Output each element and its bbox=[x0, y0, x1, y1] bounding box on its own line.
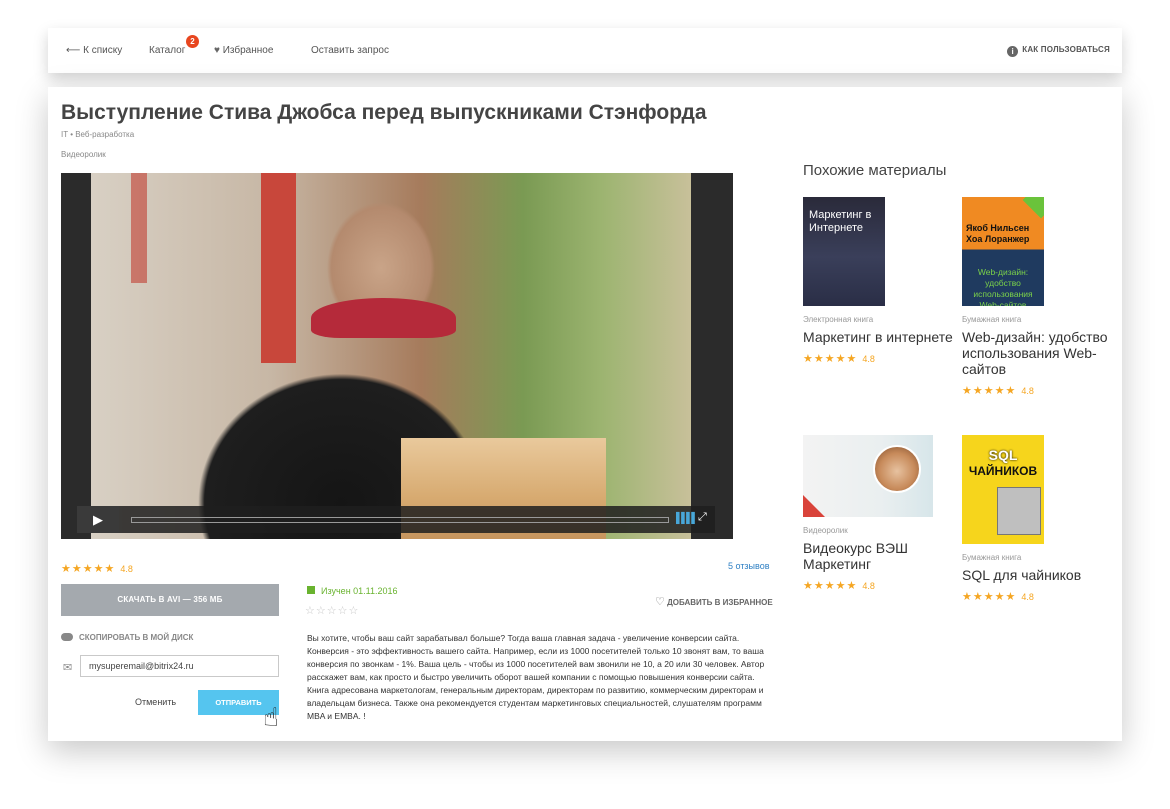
rating-value: 4.8 bbox=[862, 581, 875, 591]
item-type: Электронная книга bbox=[803, 315, 874, 324]
rating-stars-icon: ★★★★★ bbox=[962, 591, 1017, 603]
similar-materials-title: Похожие материалы bbox=[803, 162, 947, 179]
video-scene-collar bbox=[311, 298, 456, 338]
rating-value: 4.8 bbox=[1021, 386, 1034, 396]
play-button[interactable]: ▶ bbox=[77, 506, 119, 533]
rating-stars-icon: ★★★★★ bbox=[962, 385, 1017, 397]
presenter-photo bbox=[873, 445, 921, 493]
heart-icon: ♥ bbox=[214, 45, 220, 56]
video-scene-banner-left bbox=[131, 173, 147, 283]
breadcrumb[interactable]: IT • Веб-разработка bbox=[61, 130, 134, 139]
video-scene-banner bbox=[261, 173, 296, 363]
book-cover-title: SQL bbox=[988, 447, 1018, 463]
video-thumbnail[interactable] bbox=[803, 435, 933, 517]
rating-stars-icon[interactable]: ★★★★★ bbox=[61, 563, 115, 575]
how-to-use-link[interactable]: i КАК ПОЛЬЗОВАТЬСЯ bbox=[1007, 45, 1110, 57]
favorites-link[interactable]: ♥ Избранное bbox=[214, 45, 273, 56]
mail-icon: ✉ bbox=[63, 662, 73, 674]
item-type: Видеоролик bbox=[803, 526, 848, 535]
catalog-badge: 2 bbox=[186, 35, 199, 48]
heart-outline-icon: ♡ bbox=[655, 596, 665, 608]
leave-request-link[interactable]: Оставить запрос bbox=[311, 45, 389, 56]
book-cover-title: Web-дизайн: удобство использования Web-с… bbox=[973, 267, 1033, 306]
material-rating: ★★★★★ 4.8 bbox=[61, 559, 133, 577]
flag-icon bbox=[307, 586, 315, 594]
download-button[interactable]: СКАЧАТЬ В AVI — 356 МБ bbox=[61, 584, 279, 616]
play-icon: ▶ bbox=[93, 512, 103, 527]
book-cover[interactable]: Якоб Нильсен Хоа Лоранжер Web-дизайн: уд… bbox=[962, 197, 1044, 306]
item-title[interactable]: Маркетинг в интернете bbox=[803, 329, 963, 345]
item-rating: ★★★★★ 4.8 bbox=[962, 381, 1122, 399]
back-to-list-link[interactable]: ⟵ К списку bbox=[66, 45, 122, 56]
video-frame bbox=[91, 173, 691, 539]
item-rating: ★★★★★ 4.8 bbox=[803, 576, 963, 594]
volume-icon[interactable]: ▌▌▌▌ bbox=[676, 514, 698, 524]
copy-to-disk-label: СКОПИРОВАТЬ В МОЙ ДИСК bbox=[79, 633, 194, 642]
item-type: Бумажная книга bbox=[962, 553, 1022, 562]
rating-value: 4.8 bbox=[862, 354, 875, 364]
material-card: Выступление Стива Джобса перед выпускник… bbox=[48, 87, 1122, 741]
item-title[interactable]: Видеокурс ВЭШ Маркетинг bbox=[803, 540, 963, 572]
hand-cursor-icon: ☝ bbox=[263, 702, 279, 732]
rating-value: 4.8 bbox=[1021, 592, 1034, 602]
add-to-favorites-button[interactable]: ♡ ДОБАВИТЬ В ИЗБРАННОЕ bbox=[655, 595, 773, 608]
material-description: Вы хотите, чтобы ваш сайт зарабатывал бо… bbox=[307, 633, 765, 721]
rating-value: 4.8 bbox=[120, 564, 133, 574]
item-type: Бумажная книга bbox=[962, 315, 1022, 324]
favorites-label: Избранное bbox=[222, 45, 274, 56]
empty-stars-icon[interactable]: ☆☆☆☆☆ bbox=[305, 605, 359, 617]
rating-stars-icon: ★★★★★ bbox=[803, 580, 858, 592]
checkmark-icon bbox=[1022, 197, 1044, 219]
rating-stars-icon: ★★★★★ bbox=[803, 353, 858, 365]
item-rating: ★★★★★ 4.8 bbox=[803, 349, 963, 367]
similar-item[interactable]: Маркетинг в Интернете Электронная книга … bbox=[803, 197, 963, 367]
email-field[interactable] bbox=[80, 655, 279, 677]
copy-to-disk-link[interactable]: СКОПИРОВАТЬ В МОЙ ДИСК bbox=[61, 633, 193, 642]
item-rating: ★★★★★ 4.8 bbox=[962, 587, 1122, 605]
user-rating-stars[interactable]: ☆☆☆☆☆ bbox=[305, 601, 359, 619]
studied-status: Изучен 01.11.2016 bbox=[307, 586, 398, 596]
info-icon: i bbox=[1007, 46, 1019, 57]
book-cover[interactable]: Маркетинг в Интернете bbox=[803, 197, 885, 306]
studied-label: Изучен 01.11.2016 bbox=[321, 586, 398, 596]
reviews-link[interactable]: 5 отзывов bbox=[728, 561, 770, 571]
similar-item[interactable]: Якоб Нильсен Хоа Лоранжер Web-дизайн: уд… bbox=[962, 197, 1122, 399]
how-to-use-label: КАК ПОЛЬЗОВАТЬСЯ bbox=[1022, 45, 1110, 54]
top-nav: ⟵ К списку Каталог 2 ♥ Избранное Оставит… bbox=[48, 28, 1122, 73]
item-title[interactable]: Web-дизайн: удобство использования Web-с… bbox=[962, 329, 1122, 377]
similar-item[interactable]: Видеоролик Видеокурс ВЭШ Маркетинг ★★★★★… bbox=[803, 435, 963, 594]
content-type-label: Видеоролик bbox=[61, 150, 106, 159]
book-cover-subtitle: ЧАЙНИКОВ bbox=[968, 464, 1038, 478]
book-cover-title: Маркетинг в Интернете bbox=[809, 209, 872, 234]
fullscreen-icon[interactable]: ⤢ bbox=[698, 511, 707, 524]
book-cover-authors: Якоб Нильсен Хоа Лоранжер bbox=[966, 223, 1030, 244]
add-to-favorites-label: ДОБАВИТЬ В ИЗБРАННОЕ bbox=[667, 598, 773, 607]
favorite-tag-icon bbox=[803, 495, 825, 517]
book-cover[interactable]: SQL ЧАЙНИКОВ bbox=[962, 435, 1044, 544]
cancel-button[interactable]: Отменить bbox=[135, 697, 176, 707]
catalog-link[interactable]: Каталог bbox=[149, 45, 185, 56]
video-player[interactable]: ▶ ▌▌▌▌ ⤢ bbox=[61, 173, 733, 539]
printer-illustration bbox=[997, 487, 1041, 535]
page-title: Выступление Стива Джобса перед выпускник… bbox=[61, 101, 707, 124]
item-title[interactable]: SQL для чайников bbox=[962, 567, 1122, 583]
similar-item[interactable]: SQL ЧАЙНИКОВ Бумажная книга SQL для чайн… bbox=[962, 435, 1122, 605]
video-controls: ▶ ▌▌▌▌ ⤢ bbox=[77, 506, 715, 533]
video-progress-bar[interactable] bbox=[131, 517, 669, 523]
cloud-icon bbox=[61, 633, 73, 641]
